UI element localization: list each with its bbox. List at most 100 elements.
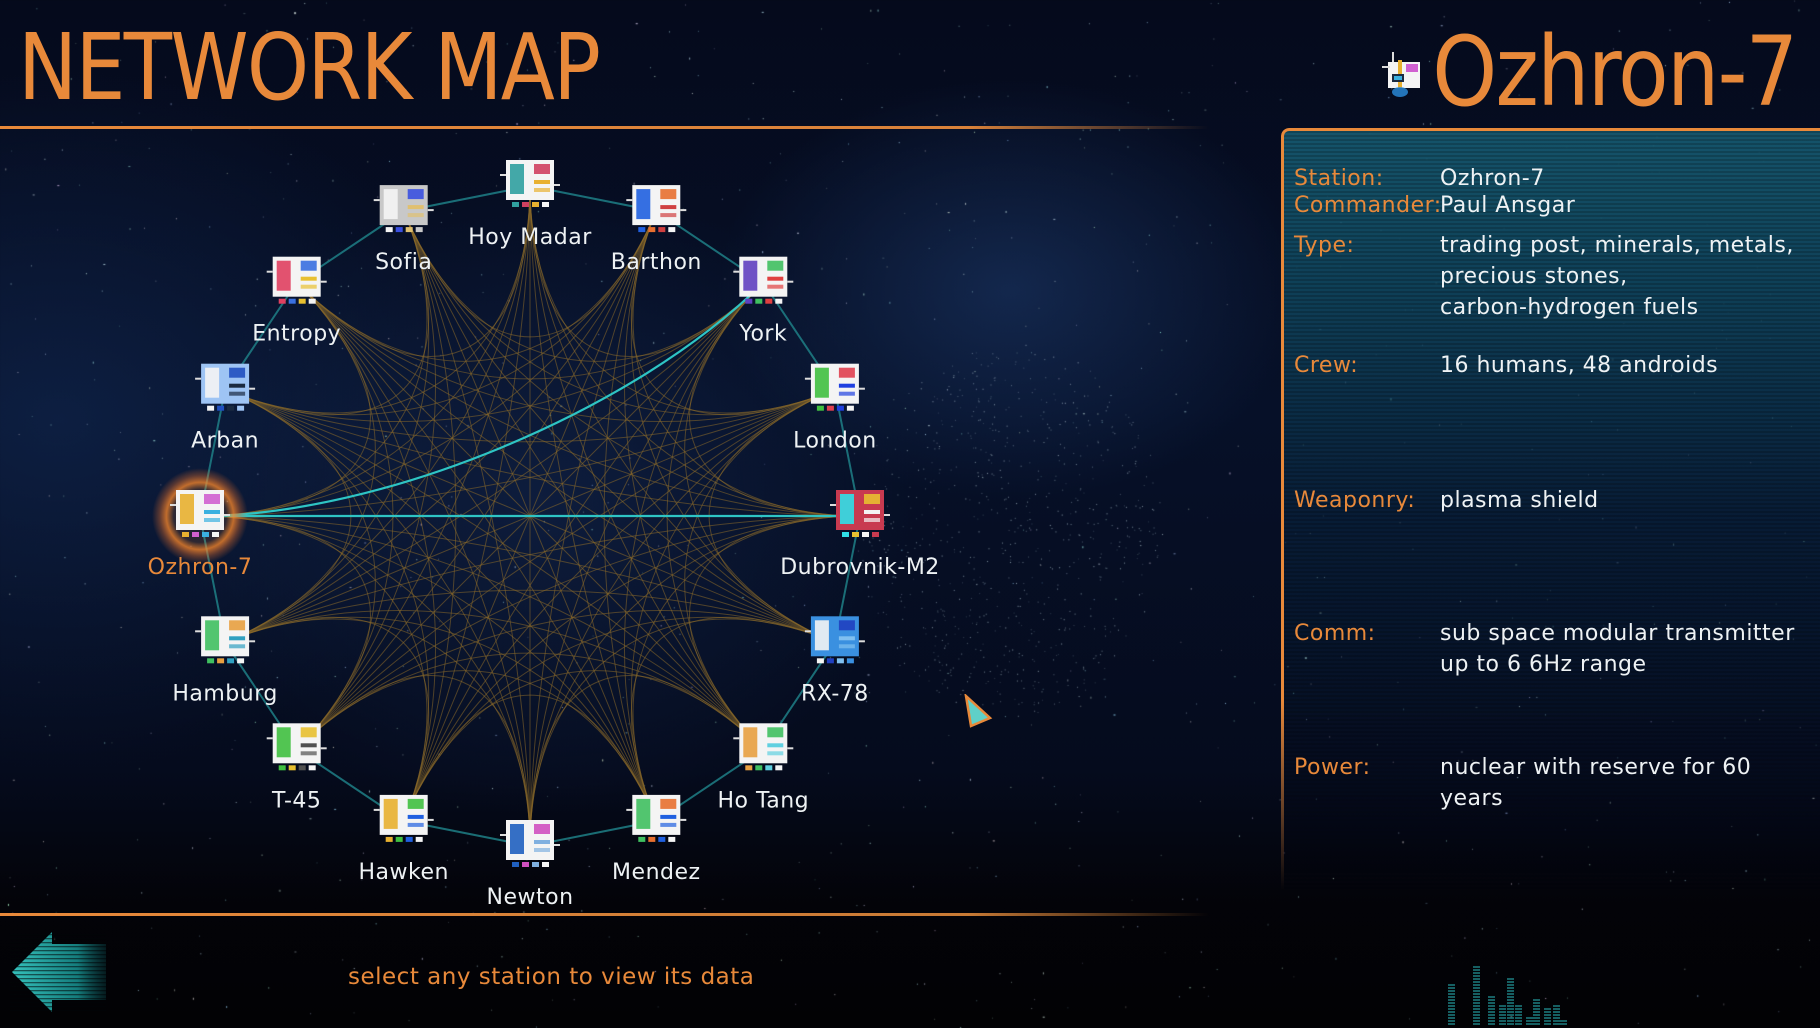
- equalizer-bar-segment: [1488, 1011, 1495, 1013]
- equalizer-bar-segment: [1473, 975, 1480, 977]
- equalizer-bar-segment: [1507, 984, 1514, 986]
- station-hamburg-icon: [195, 616, 256, 664]
- network-link: [224, 210, 430, 643]
- equalizer-bar-segment: [1448, 1008, 1455, 1010]
- equalizer-bar-segment: [1553, 1017, 1560, 1019]
- station-london-icon: [804, 363, 865, 411]
- station-node-mendez[interactable]: Mendez: [612, 794, 701, 885]
- back-button[interactable]: [10, 930, 106, 1014]
- equalizer-bar-segment: [1544, 1017, 1551, 1019]
- station-sofia-icon: [373, 185, 434, 233]
- station-node-hawken[interactable]: Hawken: [358, 794, 448, 885]
- equalizer-bar-segment: [1533, 1008, 1540, 1010]
- network-link: [529, 389, 836, 847]
- equalizer-bar-segment: [1473, 969, 1480, 971]
- network-link: [199, 515, 657, 822]
- equalizer-bar-segment: [1533, 1020, 1540, 1022]
- station-arban-icon: [195, 363, 256, 411]
- equalizer-bar-segment: [1507, 1002, 1514, 1004]
- network-link: [296, 282, 836, 422]
- equalizer-bar-segment: [1499, 1023, 1506, 1025]
- station-node-t-45[interactable]: T-45: [266, 723, 327, 813]
- equalizer-bar-segment: [1473, 981, 1480, 983]
- equalizer-bar-segment: [1448, 984, 1455, 986]
- station-node-barthon[interactable]: Barthon: [611, 185, 702, 275]
- station-node-newton[interactable]: Newton: [486, 820, 573, 910]
- station-node-ho-tang[interactable]: Ho Tang: [717, 723, 809, 813]
- equalizer-bar-segment: [1473, 1014, 1480, 1016]
- equalizer-bar-segment: [1448, 1005, 1455, 1007]
- network-link: [224, 389, 531, 847]
- network-link: [224, 389, 430, 822]
- station-mendez-icon: [626, 794, 687, 842]
- equalizer-bar-segment: [1448, 993, 1455, 995]
- station-newton-icon: [500, 820, 560, 867]
- equalizer-bar-segment: [1488, 1017, 1495, 1019]
- station-label: Arban: [191, 429, 259, 454]
- station-node-dubrovnik-m2[interactable]: Dubrovnik-M2: [780, 490, 940, 580]
- equalizer-bar-segment: [1515, 1017, 1522, 1019]
- station-node-ozhron-7[interactable]: Ozhron-7: [148, 468, 253, 580]
- equalizer-bar-segment: [1515, 1023, 1522, 1025]
- equalizer-bar-segment: [1507, 999, 1514, 1001]
- equalizer-bar-segment: [1553, 1005, 1560, 1007]
- station-node-arban[interactable]: Arban: [191, 363, 259, 454]
- network-link: [403, 282, 764, 822]
- equalizer-bar-segment: [1515, 1005, 1522, 1007]
- equalizer-bar-segment: [1507, 1014, 1514, 1016]
- station-ho-tang-icon: [733, 723, 794, 771]
- equalizer-bar-segment: [1473, 966, 1480, 968]
- station-label: T-45: [271, 788, 321, 813]
- station-node-rx-78[interactable]: RX-78: [801, 616, 869, 706]
- equalizer-bar-segment: [1544, 1014, 1551, 1016]
- equalizer-bar-segment: [1499, 1008, 1506, 1010]
- equalizer-bar-segment: [1499, 1017, 1506, 1019]
- equalizer-bar-segment: [1553, 1020, 1560, 1022]
- equalizer-bar-segment: [1488, 1008, 1495, 1010]
- station-node-sofia[interactable]: Sofia: [373, 185, 434, 275]
- equalizer-bar-segment: [1533, 1014, 1540, 1016]
- instruction-text: select any station to view its data: [348, 964, 755, 990]
- equalizer-bar-segment: [1515, 1020, 1522, 1022]
- equalizer-bar-segment: [1499, 1020, 1506, 1022]
- equalizer-bar-segment: [1473, 1008, 1480, 1010]
- equalizer-bar-segment: [1473, 1023, 1480, 1025]
- signal-equalizer-icon: [1448, 966, 1567, 1025]
- equalizer-bar-segment: [1473, 1002, 1480, 1004]
- equalizer-bar-segment: [1473, 987, 1480, 989]
- station-label: Ho Tang: [717, 788, 809, 813]
- equalizer-bar-segment: [1507, 978, 1514, 980]
- equalizer-bar-segment: [1488, 1002, 1495, 1004]
- equalizer-bar-segment: [1553, 1023, 1560, 1025]
- station-node-london[interactable]: London: [793, 363, 877, 454]
- station-label: London: [793, 429, 877, 454]
- equalizer-bar-segment: [1448, 1014, 1455, 1016]
- equalizer-bar-segment: [1526, 1023, 1533, 1025]
- equalizer-bar-segment: [1553, 1008, 1560, 1010]
- equalizer-bar-segment: [1515, 1008, 1522, 1010]
- equalizer-bar-segment: [1515, 1014, 1522, 1016]
- equalizer-bar-segment: [1488, 996, 1495, 998]
- network-link: [403, 210, 764, 750]
- equalizer-bar-segment: [1448, 1023, 1455, 1025]
- station-hoy-madar-icon: [500, 160, 560, 207]
- equalizer-bar-segment: [1553, 1014, 1560, 1016]
- station-label: Dubrovnik-M2: [780, 555, 940, 580]
- equalizer-bar-segment: [1448, 1011, 1455, 1013]
- equalizer-bar-segment: [1507, 987, 1514, 989]
- network-link: [224, 282, 764, 422]
- equalizer-bar-segment: [1448, 1020, 1455, 1022]
- equalizer-bar-segment: [1488, 1023, 1495, 1025]
- station-dubrovnik-icon: [830, 490, 890, 537]
- back-arrow-icon: [10, 932, 106, 1012]
- station-label: Hamburg: [172, 681, 278, 706]
- equalizer-bar-segment: [1533, 1002, 1540, 1004]
- station-label: Barthon: [611, 250, 702, 275]
- network-link: [296, 282, 657, 822]
- equalizer-bar-segment: [1507, 1017, 1514, 1019]
- equalizer-bar-segment: [1507, 1005, 1514, 1007]
- equalizer-bar-segment: [1526, 1017, 1533, 1019]
- equalizer-bar-segment: [1507, 1011, 1514, 1013]
- station-node-entropy[interactable]: Entropy: [252, 256, 341, 347]
- pointer-cursor-icon: [964, 694, 993, 728]
